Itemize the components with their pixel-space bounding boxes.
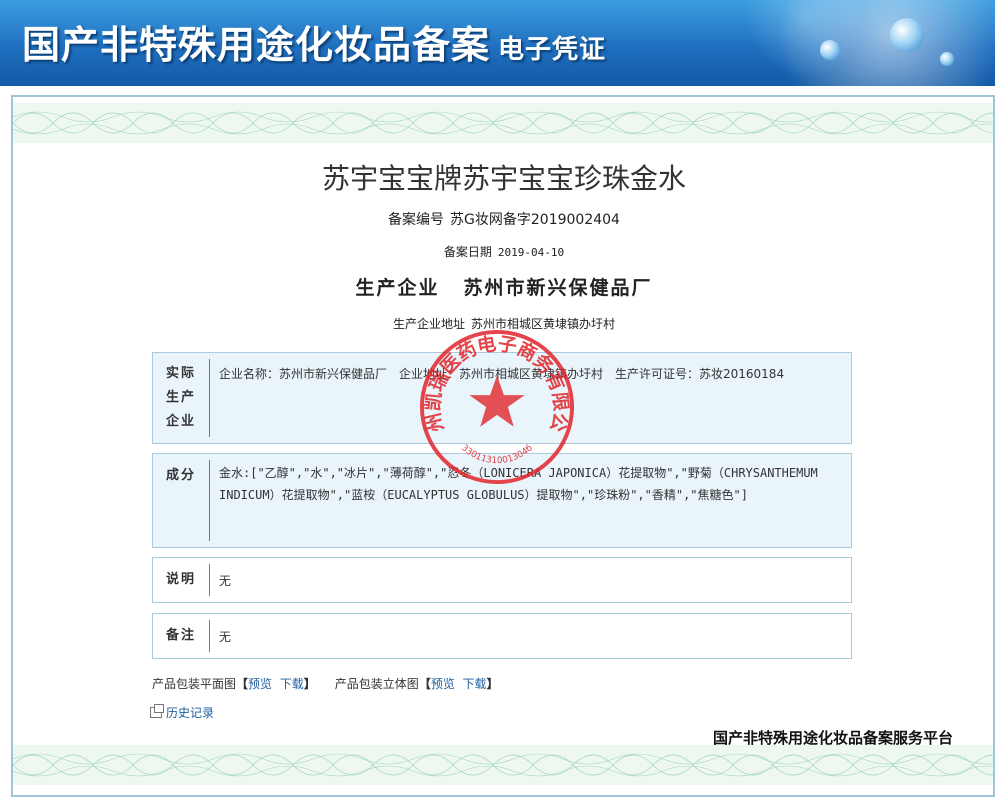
- package-flat-download-link[interactable]: 下载: [280, 677, 304, 691]
- registration-number-value: 苏G妆网备字2019002404: [450, 212, 620, 228]
- ingredients-content: 金水:["乙醇","水","冰片","薄荷醇","忍冬（LONICERA JAP…: [219, 466, 818, 502]
- ingredients-label: 成分: [165, 468, 196, 483]
- description-label: 说明: [165, 572, 196, 587]
- package-flat-preview-link[interactable]: 预览: [248, 677, 272, 691]
- divider: [209, 620, 210, 652]
- certificate-panel: 苏宇宝宝牌苏宇宝宝珍珠金水 备案编号 苏G妆网备字2019002404 备案日期 2…: [11, 95, 995, 797]
- manufacturer-address-value: 苏州市相城区黄埭镇办圩村: [471, 317, 616, 331]
- remark-box: 备注 无: [152, 613, 852, 659]
- banner-decoration: [575, 0, 995, 86]
- molecule-orb-icon: [890, 18, 924, 52]
- divider: [209, 359, 210, 437]
- registration-date-label: 备案日期: [443, 245, 492, 259]
- molecule-orb-icon: [940, 52, 954, 66]
- banner-title-main: 国产非特殊用途化妆品备案: [22, 22, 491, 67]
- actual-manufacturer-label: 实际生产企业: [166, 366, 197, 429]
- registration-number-label: 备案编号: [388, 212, 445, 228]
- package-solid-label: 产品包装立体图: [334, 677, 419, 691]
- divider: [209, 460, 210, 541]
- banner-header: 国产非特殊用途化妆品备案 电子凭证: [0, 0, 995, 86]
- banner-title-sub: 电子凭证: [498, 35, 607, 65]
- molecule-orb-icon: [820, 40, 840, 60]
- remark-content: 无: [219, 630, 232, 644]
- ingredients-box: 成分 金水:["乙醇","水","冰片","薄荷醇","忍冬（LONICERA …: [152, 453, 852, 548]
- description-box: 说明 无: [152, 557, 852, 603]
- manufacturer-address-label: 生产企业地址: [392, 317, 465, 331]
- package-flat-label: 产品包装平面图: [152, 677, 237, 691]
- guilloche-border-bottom: [13, 745, 993, 785]
- description-content: 无: [219, 574, 232, 588]
- divider: [209, 564, 210, 596]
- banner-title: 国产非特殊用途化妆品备案 电子凭证: [22, 14, 606, 69]
- manufacturer-value: 苏州市新兴保健品厂: [463, 277, 653, 299]
- window-icon: [150, 704, 164, 718]
- package-solid-download-link[interactable]: 下载: [462, 677, 486, 691]
- registration-date-value: 2019-04-10: [497, 246, 565, 259]
- actual-manufacturer-content: 企业名称：苏州市新兴保健品厂 企业地址：苏州市相城区黄埭镇办圩村 生产许可证号：…: [219, 367, 785, 381]
- remark-label: 备注: [165, 628, 196, 643]
- package-images-row: 产品包装平面图【预览 下载】 产品包装立体图【预览 下载】: [152, 677, 499, 691]
- manufacturer-label: 生产企业: [355, 277, 440, 299]
- manufacturer-address-row: 生产企业地址 苏州市相城区黄埭镇办圩村: [15, 315, 993, 332]
- manufacturer-row: 生产企业 苏州市新兴保健品厂: [15, 273, 993, 300]
- history-link[interactable]: 历史记录: [150, 704, 214, 721]
- actual-manufacturer-box: 实际生产企业 企业名称：苏州市新兴保健品厂 企业地址：苏州市相城区黄埭镇办圩村 …: [152, 352, 852, 444]
- registration-number-row: 备案编号 苏G妆网备字2019002404: [15, 209, 993, 229]
- registration-date-row: 备案日期 2019-04-10: [15, 243, 993, 260]
- product-name: 苏宇宝宝牌苏宇宝宝珍珠金水: [321, 162, 686, 195]
- guilloche-border-top: [13, 103, 993, 143]
- package-solid-preview-link[interactable]: 预览: [431, 677, 455, 691]
- history-link-label[interactable]: 历史记录: [166, 706, 214, 720]
